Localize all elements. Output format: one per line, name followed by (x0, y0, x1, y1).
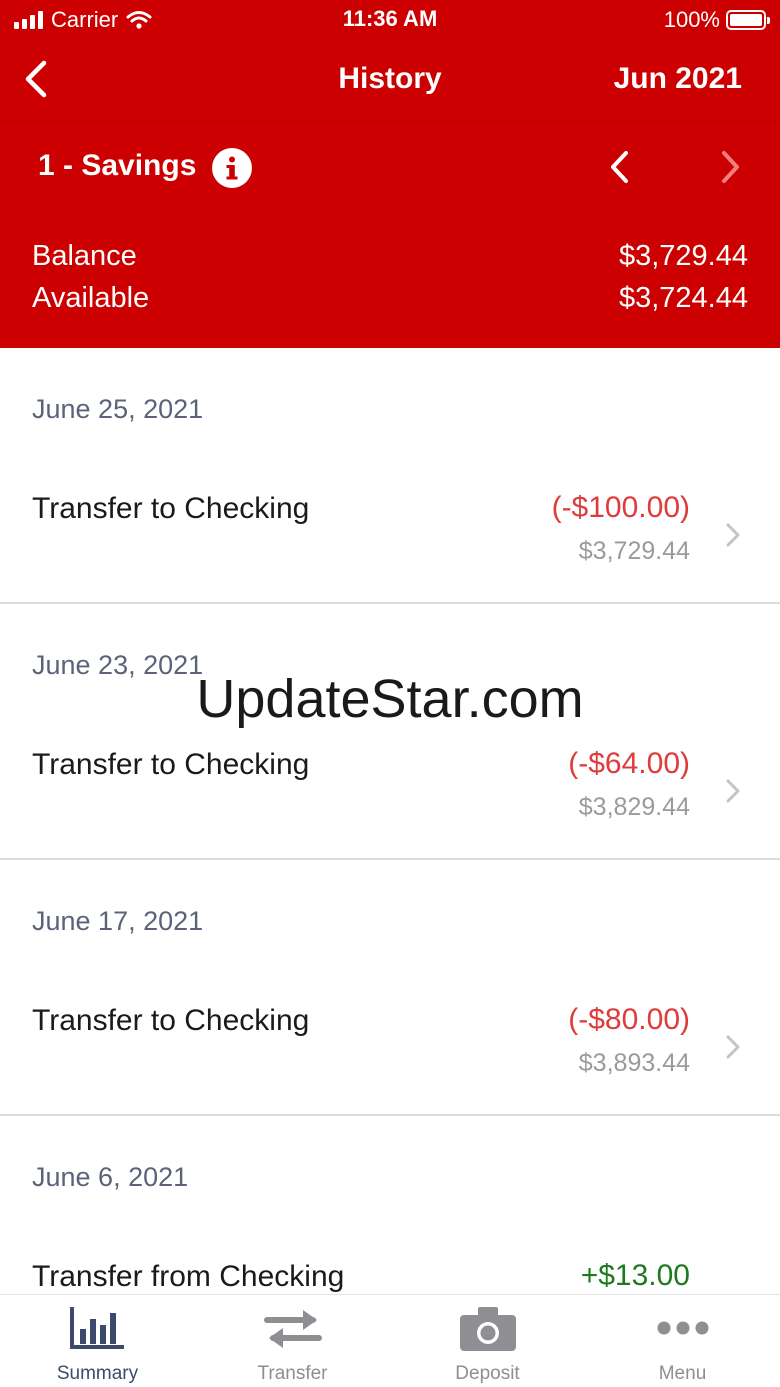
date-section: June 23, 2021 Transfer to Checking (-$64… (0, 604, 780, 860)
transfer-arrows-icon (263, 1310, 322, 1348)
chevron-right-icon (726, 523, 740, 547)
date-section: June 17, 2021 Transfer to Checking (-$80… (0, 860, 780, 1116)
transaction-row[interactable]: Transfer to Checking (-$80.00) $3,893.44 (0, 958, 780, 1116)
watermark-text: UpdateStar.com (196, 669, 584, 729)
chevron-left-icon (611, 151, 628, 183)
date-section: June 6, 2021 Transfer from Checking +$13… (0, 1116, 780, 1294)
camera-icon (459, 1307, 516, 1351)
tab-label: Deposit (455, 1363, 520, 1384)
previous-account-button[interactable] (602, 147, 638, 187)
balance-value: $3,729.44 (618, 240, 748, 272)
transaction-running-balance: $3,893.44 (578, 1049, 690, 1077)
chevron-right-icon (722, 151, 739, 183)
transaction-amount: +$13.00 (580, 1259, 690, 1292)
transaction-amount: (-$64.00) (568, 747, 690, 780)
transaction-description: Transfer from Checking (32, 1260, 345, 1293)
date-section: June 25, 2021 Transfer to Checking (-$10… (0, 348, 780, 604)
transaction-amount: (-$80.00) (568, 1003, 690, 1036)
chevron-right-icon (726, 779, 740, 803)
tab-label: Menu (658, 1363, 707, 1384)
next-account-button[interactable] (712, 147, 748, 187)
available-value: $3,724.44 (618, 282, 748, 314)
transaction-amount: (-$100.00) (551, 491, 690, 524)
section-date: June 25, 2021 (32, 394, 204, 424)
tab-label: Summary (56, 1363, 139, 1384)
more-dots-icon (657, 1321, 708, 1335)
chevron-right-icon (726, 1035, 740, 1059)
balance-row: Balance $3,729.44 (32, 240, 748, 280)
battery-percent: 100% (663, 7, 720, 32)
account-selector-row: 1 - Savings (0, 123, 780, 211)
transaction-description: Transfer to Checking (32, 1004, 310, 1037)
info-icon[interactable] (212, 148, 252, 188)
transaction-description: Transfer to Checking (32, 492, 310, 525)
account-header: Carrier 11:36 AM 100% History Jun 2021 1… (0, 0, 780, 348)
account-name[interactable]: 1 - Savings (38, 149, 196, 183)
tab-menu[interactable]: Menu (585, 1295, 780, 1387)
transaction-running-balance: $3,829.44 (578, 793, 690, 821)
transaction-row[interactable]: Transfer from Checking +$13.00 (0, 1214, 780, 1294)
section-date: June 6, 2021 (32, 1162, 189, 1192)
tab-deposit[interactable]: Deposit (390, 1295, 585, 1387)
available-label: Available (32, 282, 150, 314)
balance-label: Balance (32, 240, 137, 272)
navigation-bar: History Jun 2021 (0, 40, 780, 122)
tab-transfer[interactable]: Transfer (195, 1295, 390, 1387)
tab-label: Transfer (257, 1363, 328, 1384)
bar-chart-icon (69, 1307, 124, 1349)
battery-icon (726, 10, 770, 30)
section-date: June 17, 2021 (32, 906, 204, 936)
tab-bar: Summary Transfer Deposit Menu (0, 1294, 780, 1387)
month-selector[interactable]: Jun 2021 (614, 62, 742, 96)
status-bar: Carrier 11:36 AM 100% (0, 0, 780, 40)
transaction-row[interactable]: Transfer to Checking (-$100.00) $3,729.4… (0, 446, 780, 604)
transaction-description: Transfer to Checking (32, 748, 310, 781)
available-row: Available $3,724.44 (32, 282, 748, 322)
transaction-running-balance: $3,729.44 (578, 537, 690, 565)
transaction-history-list[interactable]: June 25, 2021 Transfer to Checking (-$10… (0, 348, 780, 1294)
tab-summary[interactable]: Summary (0, 1295, 195, 1387)
